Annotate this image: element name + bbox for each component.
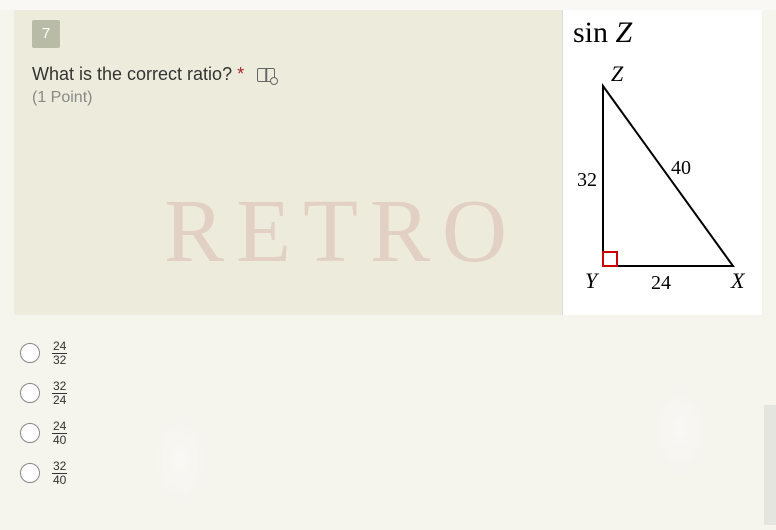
side-zx: 40: [671, 157, 691, 179]
figure-pane: sin Z Z Y X 32 40 24: [562, 10, 762, 315]
vertex-x: X: [730, 268, 746, 293]
vertex-y: Y: [585, 268, 600, 293]
immersive-reader-icon[interactable]: [257, 68, 275, 82]
watermark: RETRO: [164, 180, 519, 283]
vertex-z: Z: [611, 66, 624, 86]
numerator: 24: [52, 420, 67, 434]
option-4[interactable]: 32 40: [20, 453, 776, 493]
denominator: 40: [52, 434, 67, 447]
options-group: 24 32 32 24 24 40 32 40: [20, 333, 776, 493]
question-text: What is the correct ratio?: [32, 64, 232, 84]
side-zy: 32: [577, 169, 597, 191]
radio-icon: [20, 383, 40, 403]
expression-variable: Z: [616, 16, 633, 49]
expression-prefix: sin: [573, 16, 616, 49]
option-1[interactable]: 24 32: [20, 333, 776, 373]
numerator: 32: [52, 460, 67, 474]
numerator: 24: [52, 340, 67, 354]
required-asterisk: *: [237, 64, 244, 84]
points-label: (1 Point): [32, 89, 544, 107]
side-yx: 24: [651, 272, 671, 294]
option-3[interactable]: 24 40: [20, 413, 776, 453]
expression: sin Z: [563, 10, 762, 56]
question-body: 7 What is the correct ratio? * (1 Point)…: [14, 10, 562, 315]
radio-icon: [20, 423, 40, 443]
fraction: 32 24: [52, 380, 67, 406]
side-panel-edge: [764, 405, 776, 525]
denominator: 40: [52, 474, 67, 487]
fraction: 24 40: [52, 420, 67, 446]
radio-icon: [20, 343, 40, 363]
question-card: 7 What is the correct ratio? * (1 Point)…: [14, 10, 762, 315]
fraction: 32 40: [52, 460, 67, 486]
denominator: 32: [52, 354, 67, 367]
question-number: 7: [32, 20, 60, 48]
triangle-diagram: Z Y X 32 40 24: [573, 66, 753, 296]
question-text-line: What is the correct ratio? *: [32, 64, 544, 85]
denominator: 24: [52, 394, 67, 407]
fraction: 24 32: [52, 340, 67, 366]
option-2[interactable]: 32 24: [20, 373, 776, 413]
radio-icon: [20, 463, 40, 483]
numerator: 32: [52, 380, 67, 394]
